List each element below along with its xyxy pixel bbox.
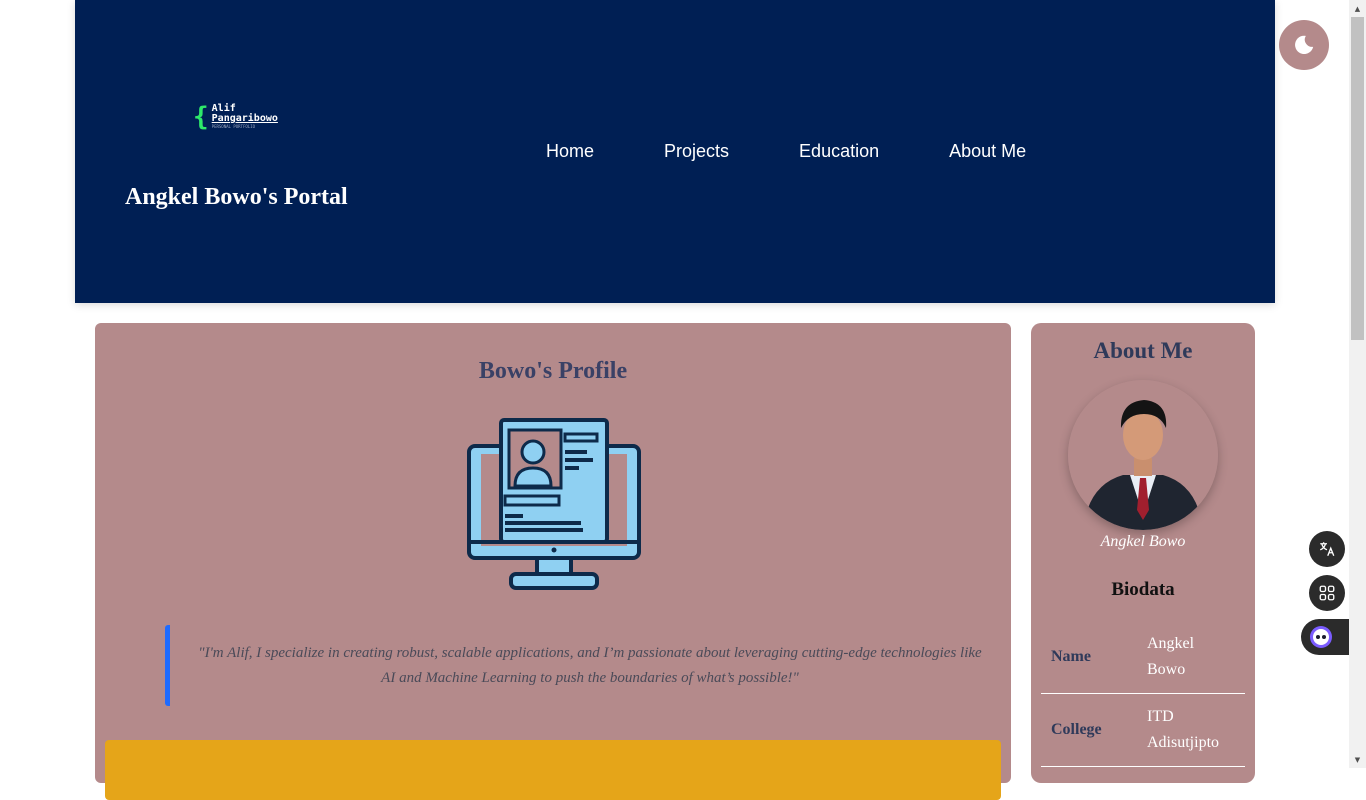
scrollbar-thumb[interactable] <box>1351 17 1364 340</box>
moon-icon <box>1295 35 1314 55</box>
theme-toggle-button[interactable] <box>1279 20 1329 70</box>
about-title: About Me <box>1093 338 1193 363</box>
quote-text: "I'm Alif, I specialize in creating robu… <box>198 644 982 686</box>
biodata-table: Name Angkel Bowo College ITD Adisutjipto <box>1041 621 1245 767</box>
logo-line2: Pangaribowo <box>211 113 278 124</box>
profile-quote: "I'm Alif, I specialize in creating robu… <box>165 625 1010 706</box>
nav-home[interactable]: Home <box>546 140 594 162</box>
bio-key: College <box>1041 693 1137 767</box>
apps-grid-icon <box>1319 585 1335 601</box>
bio-value: ITD Adisutjipto <box>1137 693 1245 767</box>
biodata-title: Biodata <box>1111 579 1175 600</box>
avatar <box>1068 380 1218 530</box>
portal-title: Angkel Bowo's Portal <box>125 184 348 210</box>
computer-profile-icon <box>467 418 641 590</box>
scroll-up-arrow-icon[interactable]: ▲ <box>1349 0 1366 17</box>
highlight-section <box>105 740 1001 800</box>
translate-icon <box>1319 542 1335 557</box>
profile-card: Bowo's Profile "I'm Alif, I specialize i… <box>95 323 1011 800</box>
site-logo[interactable]: { Alif Pangaribowo PERSONAL PORTFOLIO <box>193 102 278 132</box>
apps-button[interactable] <box>1309 575 1345 611</box>
avatar-photo <box>1068 380 1218 530</box>
page-scrollbar[interactable]: ▲ ▼ <box>1349 0 1366 768</box>
assistant-button[interactable] <box>1301 619 1349 655</box>
logo-tagline: PERSONAL PORTFOLIO <box>211 124 256 129</box>
table-row: College ITD Adisutjipto <box>1041 693 1245 767</box>
profile-title: Bowo's Profile <box>478 358 628 384</box>
nav-projects[interactable]: Projects <box>664 140 729 162</box>
logo-brace-icon: { <box>193 102 209 132</box>
avatar-name: Angkel Bowo <box>1100 533 1186 550</box>
scroll-down-arrow-icon[interactable]: ▼ <box>1349 751 1366 768</box>
nav-about-me[interactable]: About Me <box>949 140 1026 162</box>
main-nav: Home Projects Education About Me <box>546 140 1096 162</box>
site-header: { Alif Pangaribowo PERSONAL PORTFOLIO An… <box>75 0 1275 303</box>
nav-education[interactable]: Education <box>799 140 879 162</box>
bio-value: Angkel Bowo <box>1137 621 1245 694</box>
table-row: Name Angkel Bowo <box>1041 621 1245 694</box>
about-card: About Me Angkel Bowo Biodata Name Angkel… <box>1031 323 1255 783</box>
assistant-bot-icon <box>1310 626 1332 648</box>
bio-key: Name <box>1041 621 1137 694</box>
translate-button[interactable] <box>1309 531 1345 567</box>
